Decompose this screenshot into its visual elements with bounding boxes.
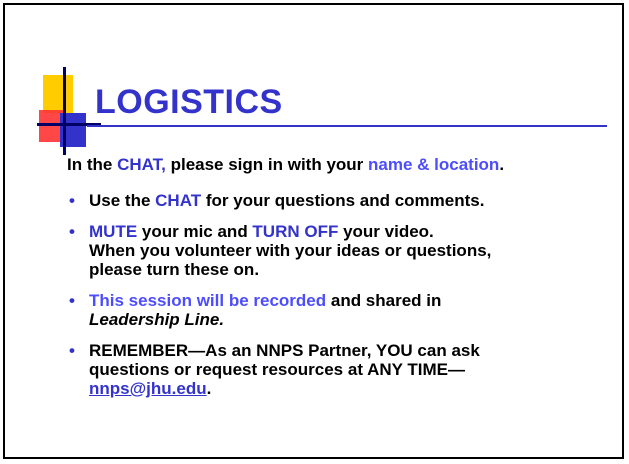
chat-keyword: CHAT, [117, 155, 166, 174]
bullet-icon: • [69, 191, 75, 210]
turn-off-keyword: TURN OFF [252, 222, 339, 241]
list-item: • MUTE your mic and TURN OFF your video.… [69, 222, 492, 279]
list-item: • Use the CHAT for your questions and co… [69, 191, 485, 210]
bullet-icon: • [69, 222, 75, 241]
leadership-line-title: Leadership Line. [89, 310, 225, 329]
recorded-notice: This session will be recorded [89, 291, 327, 310]
intro-line: In the CHAT, please sign in with your na… [67, 155, 505, 174]
bullet-icon: • [69, 291, 75, 310]
list-item: • This session will be recorded and shar… [69, 291, 442, 329]
logo-vertical-line [63, 67, 66, 155]
logistics-list: • Use the CHAT for your questions and co… [67, 191, 597, 410]
logo-yellow-square [43, 75, 73, 113]
email-link[interactable]: nnps@jhu.edu [89, 379, 207, 398]
bullet-icon: • [69, 341, 75, 360]
list-item: • REMEMBER—As an NNPS Partner, YOU can a… [69, 341, 480, 398]
slide: LOGISTICS In the CHAT, please sign in wi… [3, 3, 624, 459]
page-title: LOGISTICS [95, 83, 283, 121]
title-underline [87, 125, 607, 127]
mute-keyword: MUTE [89, 222, 138, 241]
chat-keyword: CHAT [155, 191, 202, 210]
name-location-keyword: name & location [368, 155, 500, 174]
